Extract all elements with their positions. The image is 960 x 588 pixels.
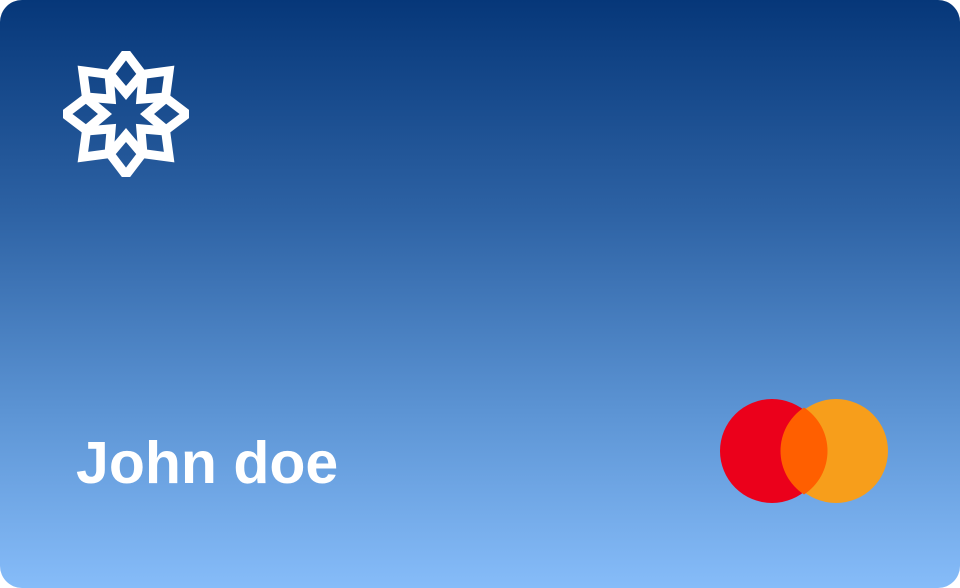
- cardholder-name: John doe: [76, 430, 339, 496]
- payment-card: John doe: [0, 0, 960, 588]
- eight-petal-flower-icon: [63, 51, 189, 177]
- mastercard-logo-icon: [720, 399, 888, 503]
